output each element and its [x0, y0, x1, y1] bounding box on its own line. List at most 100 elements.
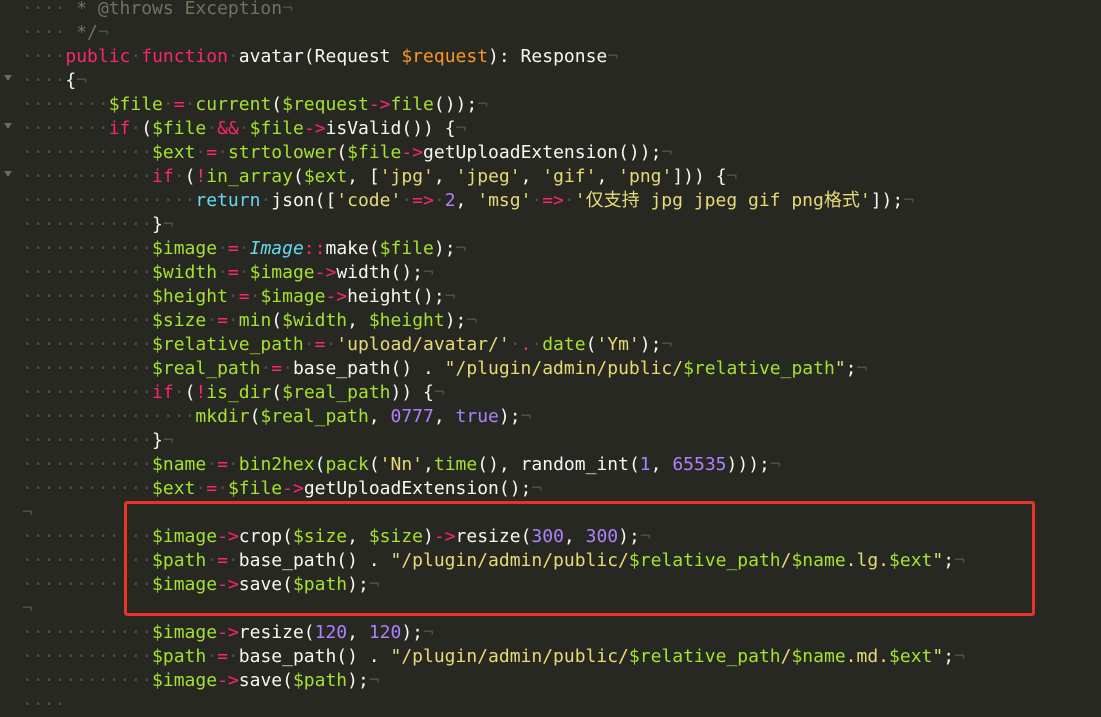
code-token: ->: [314, 262, 337, 283]
code-line[interactable]: ············$ext·=·strtolower($file->get…: [22, 141, 672, 165]
code-token: ¬: [520, 406, 532, 427]
code-token: json([: [271, 190, 337, 211]
code-token: 'png': [618, 166, 673, 187]
code-line[interactable]: ············if·(!in_array($ext, ['jpg', …: [22, 165, 737, 189]
code-token: ·: [206, 646, 218, 667]
code-token: $ext: [303, 166, 348, 187]
code-token: getUploadExtension());: [423, 142, 662, 163]
code-token: ->: [325, 286, 348, 307]
code-token: =: [206, 142, 218, 163]
code-token: ¬: [477, 94, 489, 115]
code-token: resize(: [238, 622, 315, 643]
code-token: ->: [217, 670, 239, 691]
code-token: )) {: [390, 382, 434, 403]
code-line[interactable]: ········$file·=·current($request->file()…: [22, 93, 488, 117]
code-token: ¬: [856, 358, 868, 379]
code-token: 'jpeg': [455, 166, 521, 187]
code-token: $width: [152, 262, 218, 283]
code-line[interactable]: ········if·($file·&&·$file->isValid()) {…: [22, 117, 466, 141]
code-line[interactable]: ····{¬: [22, 69, 87, 93]
code-token: =: [271, 358, 283, 379]
code-token: );: [401, 622, 424, 643]
code-token: ,: [347, 310, 369, 331]
code-token: date: [542, 334, 586, 355]
code-line[interactable]: ············$image->crop($size, $size)->…: [22, 525, 651, 549]
code-token: ····: [22, 22, 66, 43]
code-token: ¬: [466, 310, 478, 331]
code-token: (: [585, 334, 597, 355]
fold-gutter: [0, 0, 18, 708]
fold-arrow-icon[interactable]: [4, 75, 12, 81]
code-token: ·: [531, 190, 543, 211]
code-token: ])) {: [672, 166, 727, 187]
code-token: ············: [22, 646, 153, 667]
code-token: =: [173, 94, 185, 115]
code-line[interactable]: ············$name·=·bin2hex(pack('Nn',ti…: [22, 453, 781, 477]
code-token: ¬: [76, 70, 88, 91]
code-token: 'Nn': [379, 454, 424, 475]
code-token: $file: [227, 478, 283, 499]
code-line[interactable]: ····: [22, 693, 65, 717]
code-line[interactable]: ···· * @throws Exception¬: [22, 0, 293, 21]
code-line[interactable]: ············$path·=·base_path() . "/plug…: [22, 549, 965, 573]
code-token: .: [520, 334, 532, 355]
code-line[interactable]: ················return·json(['code'·=>·2…: [22, 189, 914, 213]
code-token: ¬: [368, 670, 380, 691]
code-line[interactable]: ············$relative_path·=·'upload/ava…: [22, 333, 672, 357]
code-line[interactable]: ············$real_path·=·base_path() . "…: [22, 357, 867, 381]
code-token: ,: [423, 454, 434, 475]
code-token: ¬: [455, 238, 467, 259]
code-token: ············: [22, 550, 153, 571]
code-line[interactable]: ················mkdir($real_path, 0777, …: [22, 405, 531, 429]
code-token: ¬: [368, 574, 380, 595]
code-line[interactable]: ····public·function·avatar(Request $requ…: [22, 45, 618, 69]
code-token: ;: [845, 358, 857, 379]
code-token: ············: [22, 142, 153, 163]
code-token: $path: [292, 670, 348, 691]
code-line[interactable]: ············$image->save($path);¬: [22, 669, 380, 693]
code-token: (: [368, 454, 380, 475]
code-line[interactable]: ············}¬: [22, 213, 174, 237]
code-token: .lg.: [845, 550, 890, 571]
code-token: $image: [152, 622, 218, 643]
code-token: }: [152, 430, 163, 451]
code-line[interactable]: ¬: [22, 597, 33, 621]
code-line[interactable]: ············$image·=·Image::make($file);…: [22, 237, 466, 261]
code-line[interactable]: ············$image->save($path);¬: [22, 573, 380, 597]
code-line[interactable]: ¬: [22, 501, 33, 525]
code-line[interactable]: ············$ext·=·$file->getUploadExten…: [22, 477, 542, 501]
code-line[interactable]: ············$width·=·$image->width();¬: [22, 261, 434, 285]
code-token: (: [249, 406, 261, 427]
code-token: )));: [726, 454, 770, 475]
code-token: crop(: [238, 526, 293, 547]
code-line[interactable]: ············$height·=·$image->height();¬: [22, 285, 456, 309]
code-token: );: [347, 574, 369, 595]
code-line[interactable]: ············if·(!is_dir($real_path)) {¬: [22, 381, 445, 405]
code-editor[interactable]: ···· * @throws Exception¬ ···· */¬ ····pub…: [0, 0, 1101, 715]
code-line[interactable]: ············$path·=·base_path() . "/plug…: [22, 645, 965, 669]
code-token: $image: [260, 286, 326, 307]
code-token: );: [498, 406, 521, 427]
code-token: $ext: [152, 142, 196, 163]
code-token: ·: [563, 190, 575, 211]
code-token: ·: [206, 454, 218, 475]
code-token: 0777: [390, 406, 434, 427]
code-token: ¬: [162, 430, 174, 451]
code-line[interactable]: ············}¬: [22, 429, 174, 453]
code-token: (), random_int(: [477, 454, 640, 475]
code-token: ················: [22, 406, 196, 427]
code-token: height();: [347, 286, 445, 307]
code-line[interactable]: ············$image->resize(120, 120);¬: [22, 621, 434, 645]
fold-arrow-icon[interactable]: [4, 171, 12, 177]
code-token: ············: [22, 430, 153, 451]
code-token: ·: [206, 550, 218, 571]
code-line[interactable]: ············$size·=·min($width, $height)…: [22, 309, 477, 333]
code-token: ····: [22, 70, 66, 91]
fold-arrow-icon[interactable]: [4, 123, 12, 129]
code-token: $file: [108, 94, 163, 115]
code-line[interactable]: ···· */¬: [22, 21, 109, 45]
code-token: ············: [22, 574, 153, 595]
code-token: ::: [303, 238, 326, 259]
code-token: ·: [162, 94, 174, 115]
code-token: ¬: [423, 262, 434, 283]
